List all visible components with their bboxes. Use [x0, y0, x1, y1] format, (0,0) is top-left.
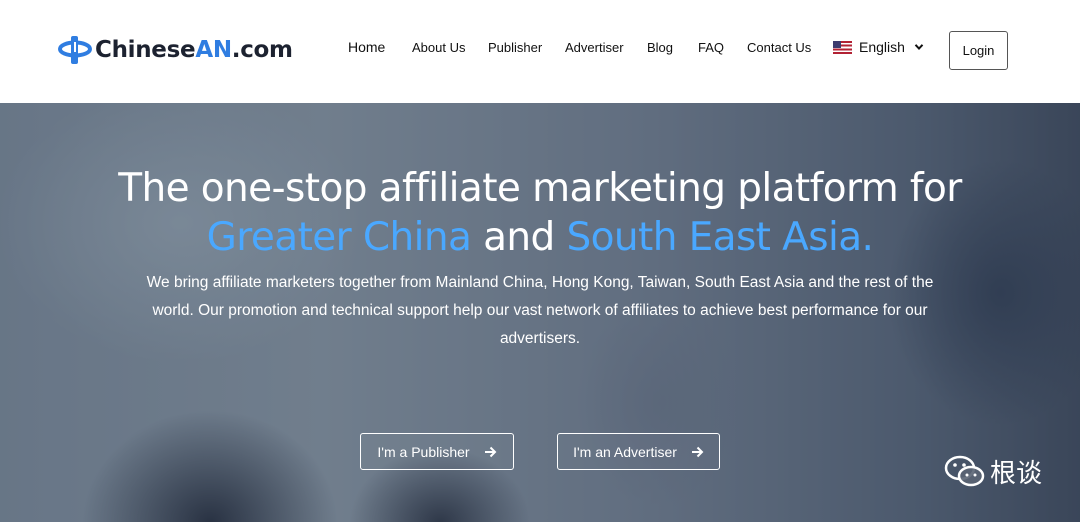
nav-contact-us[interactable]: Contact Us	[747, 40, 811, 55]
publisher-cta-label: I'm a Publisher	[377, 443, 470, 460]
nav-home[interactable]: Home	[348, 39, 385, 55]
us-flag-icon	[833, 40, 852, 54]
language-selector[interactable]: English	[833, 39, 924, 55]
hero-headline-line1: The one-stop affiliate marketing platfor…	[118, 166, 962, 211]
nav-faq[interactable]: FAQ	[698, 40, 724, 55]
hero-banner: The one-stop affiliate marketing platfor…	[0, 103, 1080, 522]
hero-description: We bring affiliate marketers together fr…	[146, 274, 934, 347]
hero-headline-line2: Greater China and South East Asia.	[206, 215, 874, 260]
login-button[interactable]: Login	[949, 31, 1008, 70]
highlight-greater-china: Greater China	[206, 215, 472, 260]
logo-icon	[58, 36, 92, 64]
wechat-icon	[944, 455, 985, 486]
site-header: ChineseAN.com Home About Us Publisher Ad…	[0, 0, 1080, 103]
language-label: English	[859, 39, 905, 55]
logo-text: ChineseAN.com	[95, 37, 293, 63]
wechat-watermark: 根谈	[944, 453, 1042, 490]
arrow-right-icon	[691, 446, 704, 457]
nav-publisher[interactable]: Publisher	[488, 40, 542, 55]
nav-about-us[interactable]: About Us	[412, 40, 465, 55]
nav-advertiser[interactable]: Advertiser	[565, 40, 624, 55]
watermark-text: 根谈	[990, 458, 1043, 488]
advertiser-cta-label: I'm an Advertiser	[573, 443, 677, 460]
highlight-south-east-asia: South East Asia	[566, 215, 862, 260]
publisher-cta-button[interactable]: I'm a Publisher	[360, 433, 514, 470]
chevron-down-icon	[914, 44, 924, 50]
nav-blog[interactable]: Blog	[647, 40, 673, 55]
arrow-right-icon	[484, 446, 496, 457]
logo[interactable]: ChineseAN.com	[58, 34, 293, 66]
advertiser-cta-button[interactable]: I'm an Advertiser	[557, 433, 720, 470]
